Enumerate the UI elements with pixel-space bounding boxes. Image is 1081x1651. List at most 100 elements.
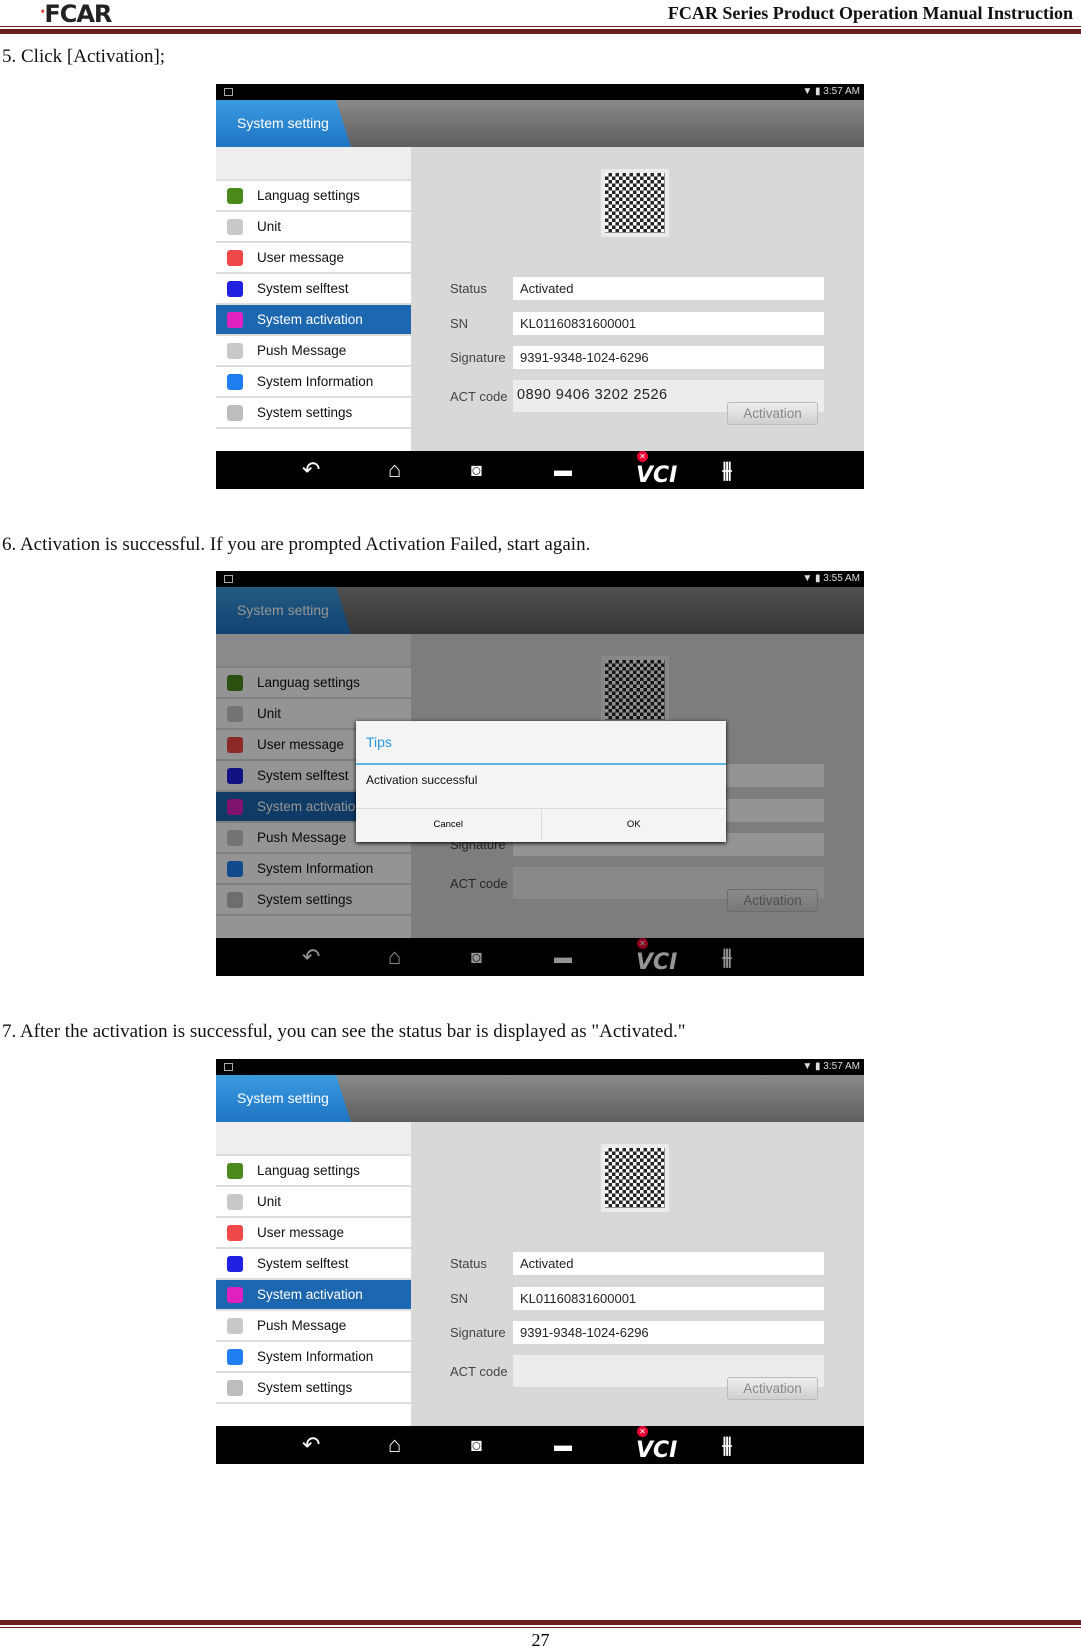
tablet-screenshot: ▼ ▮ 3:55 AM System setting Languag setti… [216,571,864,976]
sidebar-item-label: Languag settings [257,1163,360,1178]
sidebar-item-label: System selftest [257,1256,349,1271]
sidebar-item[interactable]: Languag settings [216,181,411,212]
bottom-nav-bar: ↶ ⌂ ◙ ▬ VCI ✕ ⫵ [216,1426,864,1464]
sidebar-item-label: Unit [257,1194,282,1209]
sidebar-item[interactable]: System settings [216,1373,411,1404]
camera-icon[interactable]: ◙ [471,457,482,483]
step-6-text: 6. Activation is successful. If you are … [2,534,591,555]
sidebar-item[interactable]: Push Message [216,1311,411,1342]
activation-panel: Status Activated SN KL01160831600001 Signatu… [411,147,864,451]
sidebar-item[interactable]: Unit [216,1187,411,1218]
screenshot-icon [224,88,233,96]
status-label: Status [450,1256,487,1271]
sidebar-item-icon [227,280,243,297]
title-bar: System setting [216,100,864,147]
sidebar-item-icon [227,373,243,390]
sidebar-item-icon [227,404,243,421]
settings-sliders-icon[interactable]: ⫵ [722,1432,732,1458]
sidebar-item-icon [227,342,243,359]
sidebar-item-label: System settings [257,1380,353,1395]
tablet-screenshot: ▼ ▮ 3:57 AM System setting Languag setti… [216,84,864,489]
sidebar-item-icon [227,1317,243,1334]
screenshot-icon [224,1063,233,1071]
sidebar-item-label: User message [257,250,345,265]
sidebar-item-icon [227,218,243,235]
wifi-battery-icon: ▼ ▮ [802,573,824,584]
car-icon[interactable]: ▬ [554,457,572,483]
bottom-nav-bar: ↶ ⌂ ◙ ▬ VCI ✕ ⫵ [216,451,864,489]
sidebar-item[interactable]: System selftest [216,274,411,305]
signature-label: Signature [450,350,506,365]
tips-dialog: Tips Activation successful Cancel OK [356,721,726,842]
home-icon[interactable]: ⌂ [388,457,401,483]
tablet-screenshot: ▼ ▮ 3:57 AM System setting Languag setti… [216,1059,864,1464]
status-label: Status [450,281,487,296]
wifi-battery-icon: ▼ ▮ [802,86,824,97]
cancel-button[interactable]: Cancel [356,809,541,840]
sidebar-item-label: Unit [257,219,282,234]
error-badge-icon: ✕ [637,1426,648,1437]
sidebar-item-icon [227,1379,243,1396]
act_code-label: ACT code [450,1364,508,1379]
clock: 3:57 AM [823,86,860,97]
footer-rule [0,1627,1081,1628]
car-icon[interactable]: ▬ [554,1432,572,1458]
sidebar-item-label: Push Message [257,1318,347,1333]
header-rule-thick [0,29,1081,34]
sidebar-item-icon [227,249,243,266]
vci-label: VCI [636,463,678,488]
sidebar-item[interactable]: System Information [216,367,411,398]
title-bar: System setting [216,1075,864,1122]
sidebar-item[interactable]: Unit [216,212,411,243]
settings-sliders-icon[interactable]: ⫵ [722,457,732,483]
sidebar-item[interactable]: Push Message [216,336,411,367]
back-icon[interactable]: ↶ [302,457,320,483]
sidebar-item-label: System Information [257,374,374,389]
sidebar-item-icon [227,1224,243,1241]
sidebar-item-icon [227,311,243,328]
clock: 3:57 AM [823,1061,860,1072]
sidebar-item-icon [227,1255,243,1272]
sn-label: SN [450,1291,469,1306]
sidebar-item-label: System activation [257,1287,363,1302]
signature-field: 9391-9348-1024-6296 [513,346,824,369]
sidebar: Languag settings Unit User message System s… [216,147,411,451]
sidebar-item-icon [227,1193,243,1210]
sidebar-item[interactable]: System Information [216,1342,411,1373]
step-7-text: 7. After the activation is successful, y… [2,1021,686,1042]
signature-label: Signature [450,1325,506,1340]
sidebar-item[interactable]: System activation [216,305,411,336]
header-title: FCAR Series Product Operation Manual Ins… [667,3,1073,23]
fcar-logo: ·FCAR [40,0,112,28]
sidebar-item[interactable]: User message [216,1218,411,1249]
sidebar-item[interactable]: User message [216,243,411,274]
sidebar-item[interactable]: System settings [216,398,411,429]
back-icon[interactable]: ↶ [302,1432,320,1458]
ok-button[interactable]: OK [540,809,727,840]
status-field: Activated [513,277,824,300]
qr-code [601,1144,669,1212]
camera-icon[interactable]: ◙ [471,1432,482,1458]
sidebar-item[interactable]: System activation [216,1280,411,1311]
home-icon[interactable]: ⌂ [388,1432,401,1458]
status-bar: ▼ ▮ 3:57 AM [216,84,864,100]
clock: 3:55 AM [823,573,860,584]
page-number: 27 [531,1630,550,1650]
sidebar-item-icon [227,187,243,204]
vci-label: VCI [636,1438,678,1463]
status-bar: ▼ ▮ 3:55 AM [216,571,864,587]
dialog-message: Activation successful [366,773,478,787]
sidebar-item-label: System activation [257,312,363,327]
activation-button[interactable]: Activation [727,1377,818,1400]
sidebar: Languag settings Unit User message System s… [216,1122,411,1426]
screenshot-icon [224,575,233,583]
sidebar-item[interactable]: Languag settings [216,1156,411,1187]
sidebar-item-label: Push Message [257,343,347,358]
activation-button[interactable]: Activation [727,402,818,425]
sidebar-item-label: System Information [257,1349,374,1364]
sn-field: KL01160831600001 [513,312,824,335]
sidebar-item-label: System settings [257,405,353,420]
sidebar-item[interactable]: System selftest [216,1249,411,1280]
page-title: System setting [216,1075,351,1122]
sidebar-item-label: Languag settings [257,188,360,203]
